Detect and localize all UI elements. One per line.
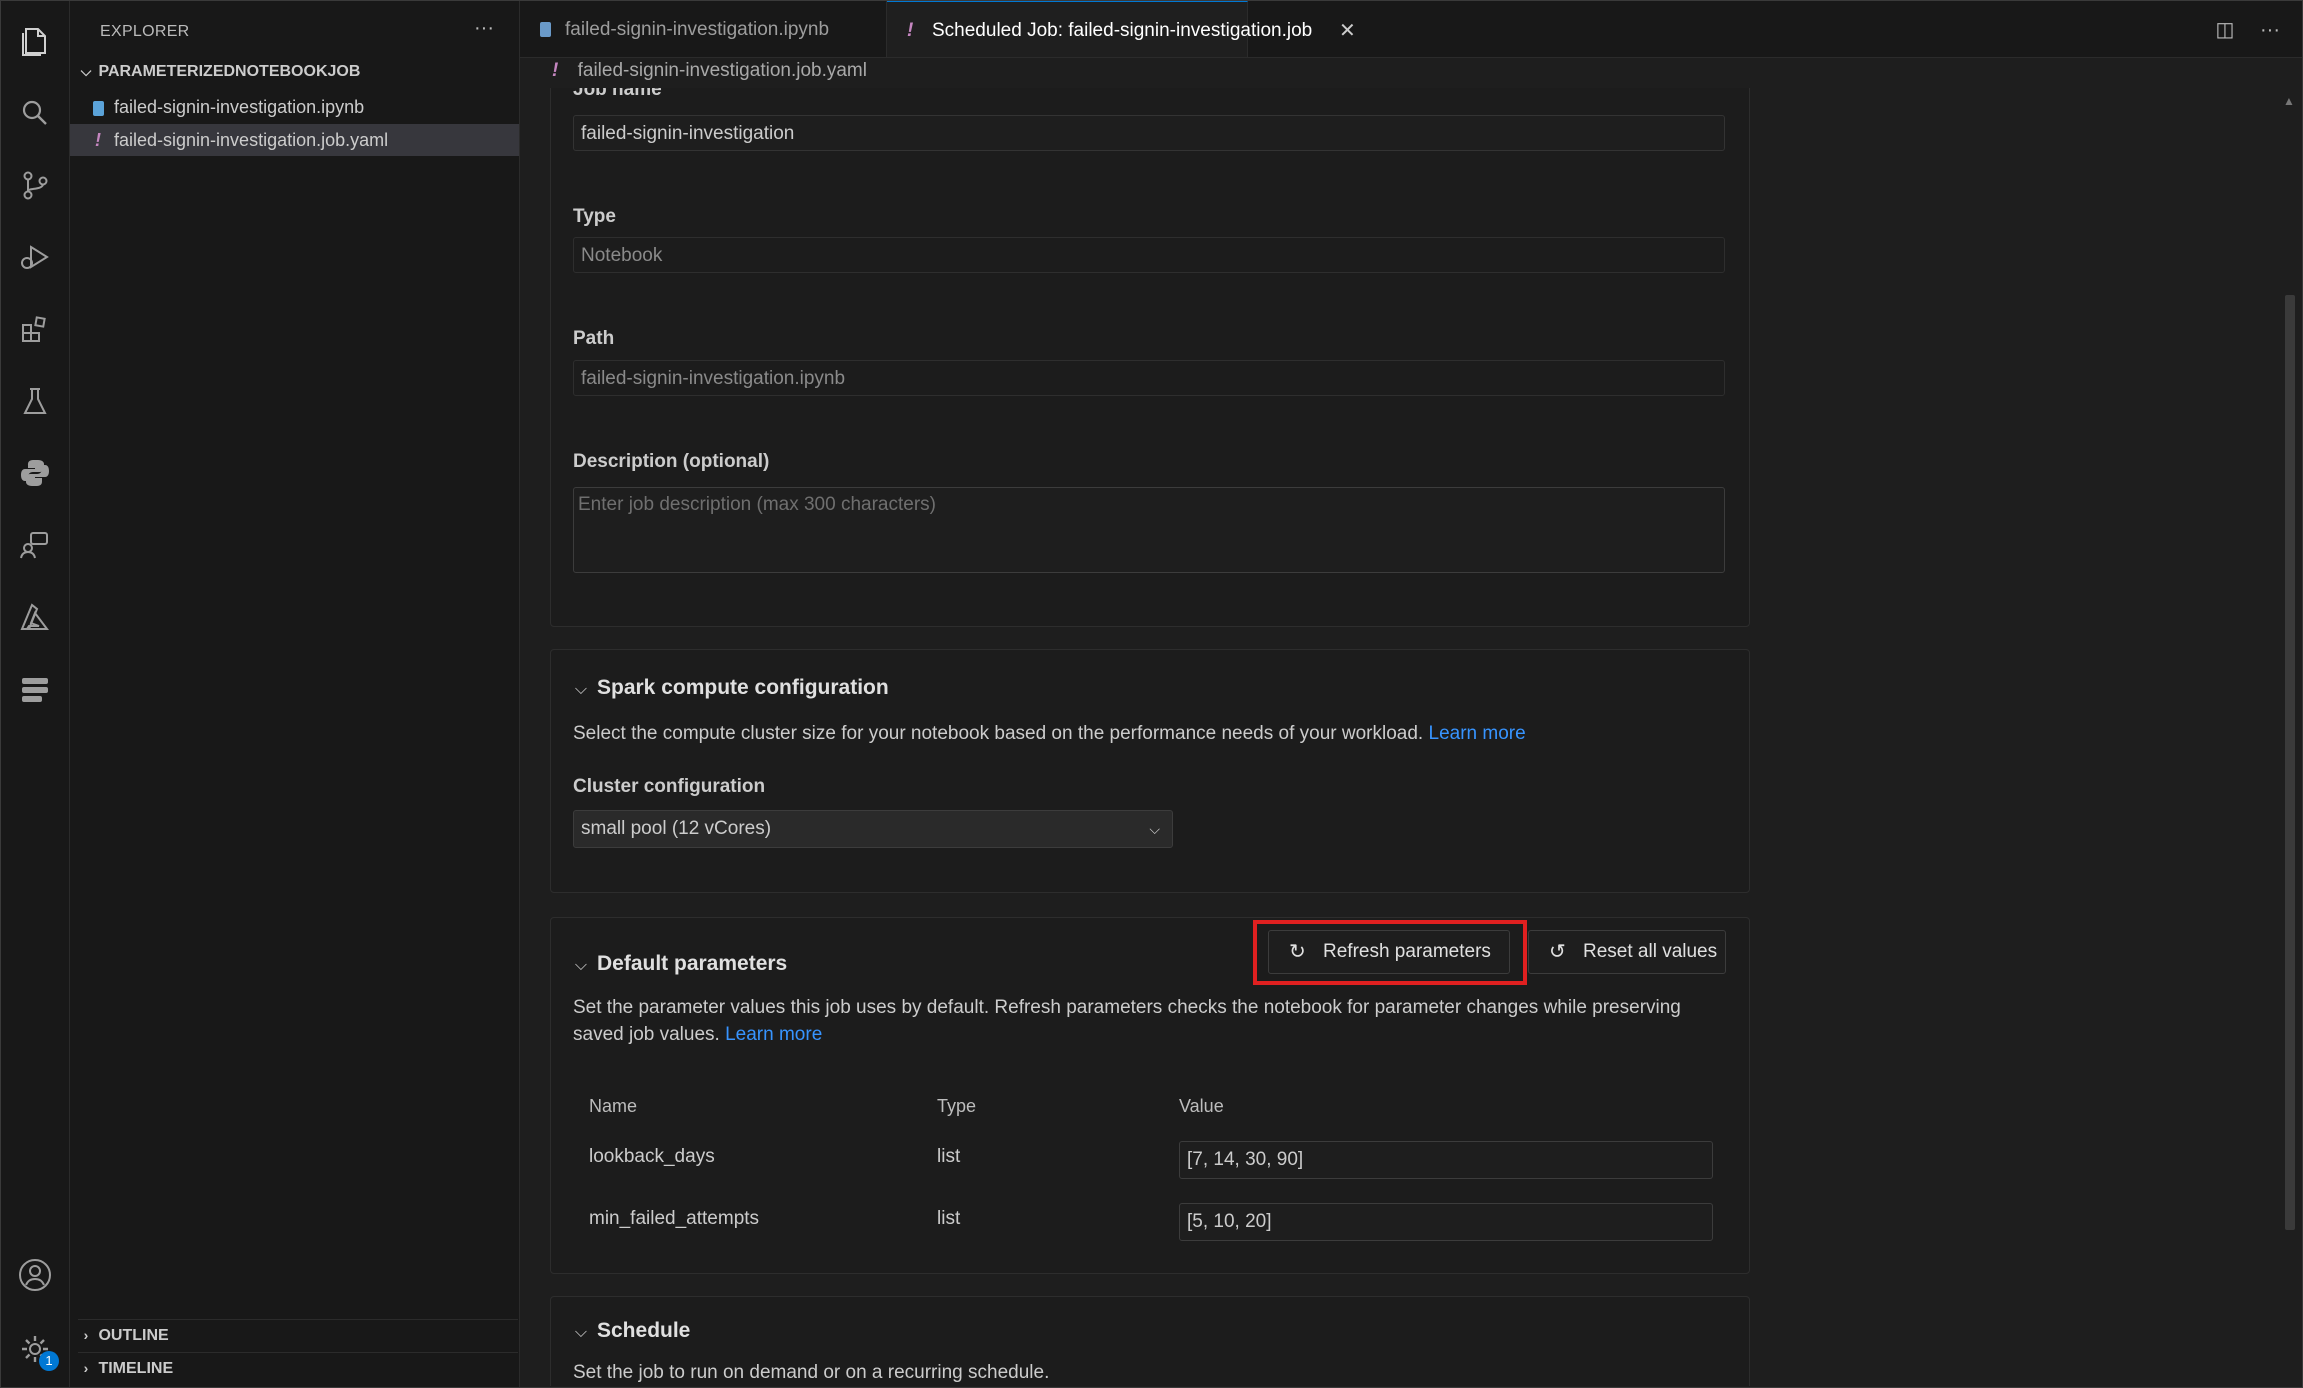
chevron-down-icon: ⌵ [574, 681, 588, 698]
param-name: lookback_days [589, 1146, 715, 1167]
more-actions-icon[interactable]: ··· [2260, 19, 2280, 41]
path-label: Path [573, 328, 615, 349]
data-icon[interactable] [17, 671, 53, 707]
chevron-right-icon: › [83, 1327, 89, 1343]
cluster-label: Cluster configuration [573, 776, 766, 797]
source-control-icon[interactable] [17, 167, 53, 203]
params-title: Default parameters [597, 952, 788, 975]
type-field: Notebook [573, 237, 1725, 273]
path-field: failed-signin-investigation.ipynb [573, 360, 1725, 396]
chevron-down-icon: ⌵ [574, 957, 588, 974]
column-header-value: Value [1179, 1096, 1224, 1116]
reset-icon: ↺ [1549, 941, 1566, 963]
timeline-section[interactable]: › TIMELINE [78, 1352, 518, 1383]
tab-label: Scheduled Job: failed-signin-investigati… [932, 20, 1313, 41]
description-label: Description (optional) [573, 451, 770, 472]
schedule-card: ⌵ Schedule Set the job to run on demand o… [550, 1296, 1750, 1386]
search-icon[interactable] [17, 95, 53, 131]
file-name: failed-signin-investigation.ipynb [114, 97, 365, 117]
file-item-yaml[interactable]: ! failed-signin-investigation.job.yaml [70, 124, 519, 156]
description-textarea[interactable]: Enter job description (max 300 character… [573, 487, 1725, 573]
param-type: list [937, 1146, 961, 1167]
spark-title: Spark compute configuration [597, 676, 889, 699]
explorer-sidebar: EXPLORER ··· ⌵ PARAMETERIZEDNOTEBOOKJOB … [70, 1, 520, 1387]
yaml-file-icon: ! [552, 60, 559, 81]
close-icon[interactable]: ✕ [1339, 2, 1356, 60]
explorer-title: EXPLORER [100, 23, 190, 40]
params-section-header[interactable]: ⌵ Default parameters [573, 952, 787, 976]
job-editor: Job name failed-signin-investigation Typ… [520, 88, 2280, 1386]
cluster-select[interactable]: small pool (12 vCores) ⌵ [573, 810, 1173, 848]
chevron-right-icon: › [83, 1360, 89, 1376]
outline-label: OUTLINE [98, 1327, 169, 1344]
yaml-file-icon: ! [95, 130, 101, 150]
params-description: Set the parameter values this job uses b… [573, 997, 1681, 1045]
azure-icon[interactable] [17, 599, 53, 635]
scroll-up-icon[interactable]: ▲ [2283, 94, 2295, 108]
params-card: ⌵ Default parameters ↻ Refresh parameters… [550, 917, 1750, 1274]
spark-section-header[interactable]: ⌵ Spark compute configuration [573, 676, 889, 700]
yaml-file-icon: ! [907, 20, 914, 41]
run-debug-icon[interactable] [17, 239, 53, 275]
account-icon[interactable] [17, 1257, 53, 1293]
schedule-section-header[interactable]: ⌵ Schedule [573, 1319, 690, 1343]
breadcrumb-path: failed-signin-investigation.job.yaml [577, 60, 867, 81]
schedule-description: Set the job to run on demand or on a rec… [573, 1362, 1050, 1383]
param-value-input[interactable]: [5, 10, 20] [1179, 1203, 1713, 1241]
spark-card: ⌵ Spark compute configuration Select the … [550, 649, 1750, 893]
type-label: Type [573, 206, 616, 227]
param-name: min_failed_attempts [589, 1208, 760, 1229]
chevron-down-icon: ⌵ [1149, 821, 1160, 837]
param-type: list [937, 1208, 961, 1229]
column-header-name: Name [589, 1096, 638, 1116]
vertical-scrollbar[interactable] [2285, 295, 2295, 1230]
tab-label: failed-signin-investigation.ipynb [565, 19, 830, 40]
spark-learn-more-link[interactable]: Learn more [1429, 723, 1526, 744]
file-item-ipynb[interactable]: failed-signin-investigation.ipynb [70, 91, 519, 123]
split-editor-icon[interactable]: ◫ [2216, 19, 2235, 41]
explorer-icon[interactable] [17, 23, 53, 59]
chevron-down-icon: ⌵ [574, 1324, 588, 1341]
notebook-file-icon [540, 1, 551, 59]
remote-chat-icon[interactable] [17, 527, 53, 563]
timeline-label: TIMELINE [98, 1360, 174, 1377]
testing-icon[interactable] [17, 383, 53, 419]
folder-name: PARAMETERIZEDNOTEBOOKJOB [98, 63, 361, 80]
job-name-input[interactable]: failed-signin-investigation [573, 115, 1725, 151]
more-actions-icon[interactable]: ··· [474, 17, 494, 40]
highlight-box [1253, 920, 1527, 985]
file-name: failed-signin-investigation.job.yaml [114, 130, 389, 150]
tab-scheduled-job[interactable]: ! Scheduled Job: failed-signin-investiga… [887, 1, 1356, 57]
spark-description: Select the compute cluster size for your… [573, 723, 1526, 744]
reset-all-values-button[interactable]: ↺ Reset all values [1528, 930, 1726, 974]
tab-notebook[interactable]: failed-signin-investigation.ipynb [520, 1, 887, 57]
notebook-file-icon [88, 91, 108, 123]
param-value-input[interactable]: [7, 14, 30, 90] [1179, 1141, 1713, 1179]
schedule-title: Schedule [597, 1319, 691, 1342]
editor-actions: ◫ ··· [2196, 17, 2280, 42]
chevron-down-icon: ⌵ [80, 63, 92, 79]
general-card: Job name failed-signin-investigation Typ… [550, 88, 1750, 627]
breadcrumb[interactable]: ! failed-signin-investigation.job.yaml [552, 60, 867, 82]
activity-bar: 1 [1, 1, 70, 1387]
python-icon[interactable] [17, 455, 53, 491]
column-header-type: Type [937, 1096, 977, 1116]
params-learn-more-link[interactable]: Learn more [725, 1024, 822, 1045]
tab-bar: failed-signin-investigation.ipynb ! Sche… [520, 1, 2302, 58]
outline-section[interactable]: › OUTLINE [78, 1319, 518, 1350]
extensions-icon[interactable] [17, 311, 53, 347]
cluster-value: small pool (12 vCores) [581, 818, 772, 839]
job-name-label: Job name [573, 88, 662, 100]
folder-header[interactable]: ⌵ PARAMETERIZEDNOTEBOOKJOB [78, 63, 518, 89]
settings-badge: 1 [39, 1351, 59, 1371]
